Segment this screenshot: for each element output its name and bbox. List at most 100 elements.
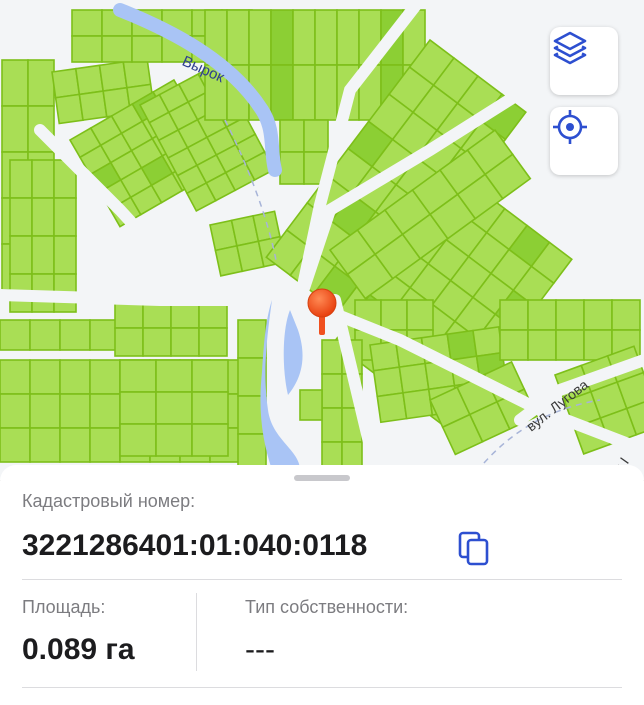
parcel-block — [119, 359, 229, 457]
parcel-info-sheet: Кадастровый номер: 3221286401:01:040:011… — [0, 465, 644, 705]
land-parcel[interactable] — [59, 319, 91, 351]
road — [0, 289, 306, 306]
land-parcel[interactable] — [336, 9, 360, 66]
land-parcel[interactable] — [611, 299, 641, 331]
land-parcel[interactable] — [31, 159, 55, 199]
column-divider — [196, 593, 197, 671]
divider — [22, 579, 622, 580]
land-parcel[interactable] — [53, 197, 77, 237]
land-parcel[interactable] — [248, 9, 272, 66]
land-parcel[interactable] — [555, 329, 585, 361]
land-parcel[interactable] — [191, 391, 229, 425]
land-parcel[interactable] — [122, 57, 152, 89]
cadastral-number: 3221286401:01:040:0118 — [22, 529, 368, 562]
land-parcel[interactable] — [499, 329, 529, 361]
land-parcel[interactable] — [29, 427, 61, 463]
land-parcel[interactable] — [191, 359, 229, 393]
land-parcel[interactable] — [198, 327, 228, 357]
ownership-label: Тип собственности: — [245, 597, 409, 617]
land-parcel[interactable] — [51, 67, 81, 99]
land-parcel[interactable] — [29, 359, 61, 395]
land-parcel[interactable] — [292, 9, 316, 66]
land-parcel[interactable] — [398, 362, 430, 394]
land-parcel[interactable] — [237, 319, 267, 359]
land-parcel[interactable] — [54, 93, 84, 125]
land-parcel[interactable] — [78, 90, 108, 122]
land-parcel[interactable] — [131, 35, 163, 63]
land-parcel[interactable] — [321, 373, 343, 409]
parcel-block — [279, 119, 329, 185]
land-parcel[interactable] — [583, 299, 613, 331]
land-parcel[interactable] — [226, 9, 250, 66]
land-parcel[interactable] — [98, 61, 128, 92]
land-parcel[interactable] — [402, 388, 434, 420]
land-parcel[interactable] — [380, 299, 408, 331]
land-parcel[interactable] — [29, 319, 61, 351]
land-parcel[interactable] — [191, 423, 229, 457]
land-parcel[interactable] — [0, 319, 31, 351]
land-parcel[interactable] — [321, 407, 343, 443]
land-parcel[interactable] — [279, 151, 305, 185]
land-parcel[interactable] — [369, 340, 401, 372]
land-parcel[interactable] — [119, 359, 157, 393]
land-parcel[interactable] — [303, 119, 329, 153]
land-parcel[interactable] — [170, 327, 200, 357]
land-parcel[interactable] — [155, 359, 193, 393]
land-parcel[interactable] — [89, 393, 121, 429]
land-parcel[interactable] — [299, 389, 323, 421]
land-parcel[interactable] — [155, 423, 193, 457]
locate-button[interactable] — [550, 107, 618, 175]
land-parcel[interactable] — [376, 391, 408, 424]
land-parcel[interactable] — [1, 105, 29, 153]
land-parcel[interactable] — [71, 35, 103, 63]
land-parcel[interactable] — [279, 119, 305, 153]
land-parcel[interactable] — [372, 366, 404, 398]
land-parcel[interactable] — [1, 59, 29, 107]
parcel-block — [9, 159, 77, 313]
land-parcel[interactable] — [89, 427, 121, 463]
map-pin-icon[interactable] — [302, 285, 342, 345]
land-parcel[interactable] — [119, 423, 157, 457]
map-view[interactable]: Вырок вул. Лугова ця І — [0, 0, 644, 480]
land-parcel[interactable] — [9, 159, 33, 199]
land-parcel[interactable] — [74, 64, 105, 96]
land-parcel[interactable] — [59, 359, 91, 395]
land-parcel[interactable] — [27, 59, 55, 107]
land-parcel[interactable] — [270, 9, 294, 66]
land-parcel[interactable] — [0, 359, 31, 395]
divider — [22, 687, 622, 688]
land-parcel[interactable] — [0, 393, 31, 429]
land-parcel[interactable] — [119, 391, 157, 425]
land-parcel[interactable] — [446, 329, 478, 361]
land-parcel[interactable] — [101, 35, 133, 63]
land-parcel[interactable] — [31, 235, 55, 275]
layers-button[interactable] — [550, 27, 618, 95]
land-parcel[interactable] — [89, 359, 121, 395]
land-parcel[interactable] — [9, 197, 33, 237]
land-parcel[interactable] — [29, 393, 61, 429]
land-parcel[interactable] — [9, 235, 33, 275]
land-parcel[interactable] — [292, 64, 316, 121]
land-parcel[interactable] — [499, 299, 529, 331]
land-parcel[interactable] — [472, 326, 504, 358]
land-parcel[interactable] — [527, 299, 557, 331]
land-parcel[interactable] — [0, 427, 31, 463]
land-parcel[interactable] — [31, 197, 55, 237]
layers-icon — [553, 31, 587, 65]
land-parcel[interactable] — [59, 427, 91, 463]
land-parcel[interactable] — [321, 339, 343, 375]
land-parcel[interactable] — [555, 299, 585, 331]
land-parcel[interactable] — [71, 9, 103, 37]
land-parcel[interactable] — [59, 393, 91, 429]
land-parcel[interactable] — [406, 299, 434, 331]
copy-icon[interactable] — [456, 530, 492, 566]
land-parcel[interactable] — [155, 391, 193, 425]
land-parcel[interactable] — [114, 327, 144, 357]
land-parcel[interactable] — [314, 9, 338, 66]
land-parcel[interactable] — [142, 327, 172, 357]
land-parcel[interactable] — [314, 64, 338, 121]
land-parcel[interactable] — [527, 329, 557, 361]
land-parcel[interactable] — [270, 64, 294, 121]
sheet-drag-handle[interactable] — [294, 475, 350, 481]
land-parcel[interactable] — [53, 235, 77, 275]
